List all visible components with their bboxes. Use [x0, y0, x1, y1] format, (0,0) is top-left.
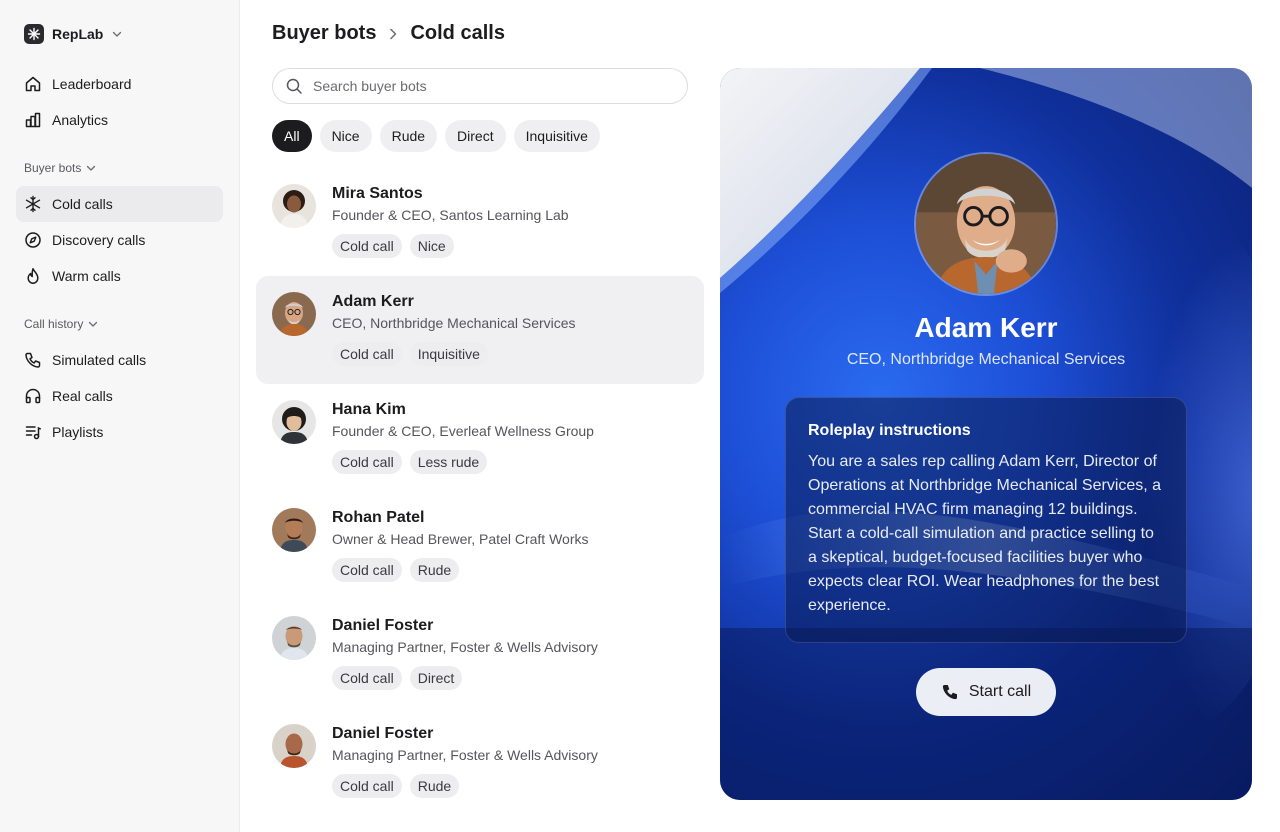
breadcrumb: Buyer bots Cold calls: [272, 22, 505, 45]
avatar: [272, 724, 316, 768]
nav-label: Playlists: [52, 424, 104, 440]
tag: Rude: [409, 558, 460, 582]
tag: Cold call: [332, 666, 402, 690]
replab-logo-icon: [24, 24, 44, 44]
bot-name: Mira Santos: [332, 185, 423, 202]
avatar: [272, 400, 316, 444]
bot-title: Managing Partner, Foster & Wells Advisor…: [332, 747, 598, 763]
bot-name: Rohan Patel: [332, 509, 425, 526]
bot-name: Hana Kim: [332, 401, 406, 418]
chevron-down-icon: [87, 165, 96, 171]
filter-chip-nice[interactable]: Nice: [319, 120, 372, 152]
avatar: [272, 292, 316, 336]
flame-icon: [27, 268, 39, 284]
nav-item-leaderboard[interactable]: Leaderboard: [16, 66, 223, 102]
tag: Inquisitive: [409, 342, 488, 366]
nav-label: Analytics: [52, 112, 109, 128]
avatar: [272, 616, 316, 660]
instructions-body: You are a sales rep calling Adam Kerr, D…: [808, 453, 1162, 614]
playlist-icon: [25, 426, 41, 440]
nav-label: Leaderboard: [52, 76, 132, 92]
nav-item-playlists[interactable]: Playlists: [16, 414, 223, 450]
nav-item-analytics[interactable]: Analytics: [16, 102, 223, 138]
breadcrumb-parent[interactable]: Buyer bots: [272, 22, 376, 45]
bot-name: Daniel Foster: [332, 725, 434, 742]
bot-list-item[interactable]: Rohan Patel Owner & Head Brewer, Patel C…: [256, 492, 704, 600]
tag: Rude: [409, 774, 460, 798]
bar-chart-icon: [25, 112, 41, 128]
bot-title: Managing Partner, Foster & Wells Advisor…: [332, 639, 598, 655]
tag: Nice: [409, 234, 454, 258]
nav-item-discovery-calls[interactable]: Discovery calls: [16, 222, 223, 258]
nav-label: Cold calls: [52, 196, 113, 212]
bot-name: Adam Kerr: [332, 293, 414, 310]
tag: Direct: [409, 666, 463, 690]
bot-detail-card: Adam Kerr CEO, Northbridge Mechanical Se…: [720, 68, 1252, 800]
breadcrumb-current: Cold calls: [410, 22, 505, 44]
section-label: Call history: [24, 317, 84, 331]
bot-list-item[interactable]: Daniel Foster Managing Partner, Foster &…: [256, 708, 704, 816]
nav-item-simulated-calls[interactable]: Simulated calls: [16, 342, 223, 378]
filter-chips: All Nice Rude Direct Inquisitive: [272, 120, 600, 152]
search-input[interactable]: [313, 78, 675, 94]
tag: Cold call: [332, 774, 402, 798]
filter-chip-direct[interactable]: Direct: [445, 120, 506, 152]
bot-title: CEO, Northbridge Mechanical Services: [332, 315, 576, 331]
profile-name: Adam Kerr: [914, 312, 1058, 343]
buyer-bot-list: Mira Santos Founder & CEO, Santos Learni…: [256, 168, 704, 816]
start-call-label: Start call: [968, 683, 1032, 700]
bot-title: Founder & CEO, Santos Learning Lab: [332, 207, 569, 223]
profile-photo: [914, 152, 1058, 296]
snowflake-icon: [25, 195, 41, 213]
bot-list-item[interactable]: Adam Kerr CEO, Northbridge Mechanical Se…: [256, 276, 704, 384]
compass-icon: [25, 232, 41, 248]
section-label: Buyer bots: [24, 161, 82, 175]
filter-chip-inquisitive[interactable]: Inquisitive: [513, 120, 600, 152]
start-call-button[interactable]: Start call: [916, 668, 1056, 716]
bot-title: Owner & Head Brewer, Patel Craft Works: [332, 531, 589, 547]
filter-chip-all[interactable]: All: [272, 120, 312, 152]
tag: Less rude: [409, 450, 488, 474]
bot-list-item[interactable]: Daniel Foster Managing Partner, Foster &…: [256, 600, 704, 708]
tag: Cold call: [332, 234, 402, 258]
search-box[interactable]: [272, 68, 688, 104]
avatar: [272, 508, 316, 552]
bot-name: Daniel Foster: [332, 617, 434, 634]
tag: Cold call: [332, 558, 402, 582]
workspace-name: RepLab: [52, 26, 104, 42]
bot-title: Founder & CEO, Everleaf Wellness Group: [332, 423, 594, 439]
instructions-heading: Roleplay instructions: [808, 422, 971, 439]
filter-chip-rude[interactable]: Rude: [379, 120, 438, 152]
tag: Cold call: [332, 450, 402, 474]
nav-label: Warm calls: [52, 268, 121, 284]
section-call-history[interactable]: Call history: [16, 314, 223, 334]
bot-list-item[interactable]: Hana Kim Founder & CEO, Everleaf Wellnes…: [256, 384, 704, 492]
section-buyer-bots[interactable]: Buyer bots: [16, 158, 223, 178]
headphones-icon: [25, 388, 41, 404]
nav-label: Discovery calls: [52, 232, 146, 248]
nav-item-warm-calls[interactable]: Warm calls: [16, 258, 223, 294]
phone-icon: [942, 685, 957, 700]
chevron-down-icon: [89, 321, 98, 327]
nav-item-cold-calls[interactable]: Cold calls: [16, 186, 223, 222]
sidebar: RepLab Leaderboard Analytics Buyer bots …: [0, 0, 240, 832]
nav-item-real-calls[interactable]: Real calls: [16, 378, 223, 414]
phone-icon: [25, 352, 41, 368]
nav-label: Real calls: [52, 388, 113, 404]
workspace-switcher[interactable]: RepLab: [16, 24, 223, 44]
bot-list-item[interactable]: Mira Santos Founder & CEO, Santos Learni…: [256, 168, 704, 276]
profile-title: CEO, Northbridge Mechanical Services: [846, 351, 1126, 368]
tag: Cold call: [332, 342, 402, 366]
search-icon: [286, 78, 302, 94]
nav-label: Simulated calls: [52, 352, 147, 368]
chevron-down-icon: [113, 31, 122, 37]
chevron-right-icon: [390, 28, 397, 39]
main-content: Buyer bots Cold calls All Nice Rude Dire…: [240, 0, 1280, 832]
roleplay-instructions-panel: Roleplay instructions You are a sales re…: [785, 397, 1187, 643]
avatar: [272, 184, 316, 228]
app-root: RepLab Leaderboard Analytics Buyer bots …: [0, 0, 1280, 832]
home-icon: [25, 76, 41, 92]
